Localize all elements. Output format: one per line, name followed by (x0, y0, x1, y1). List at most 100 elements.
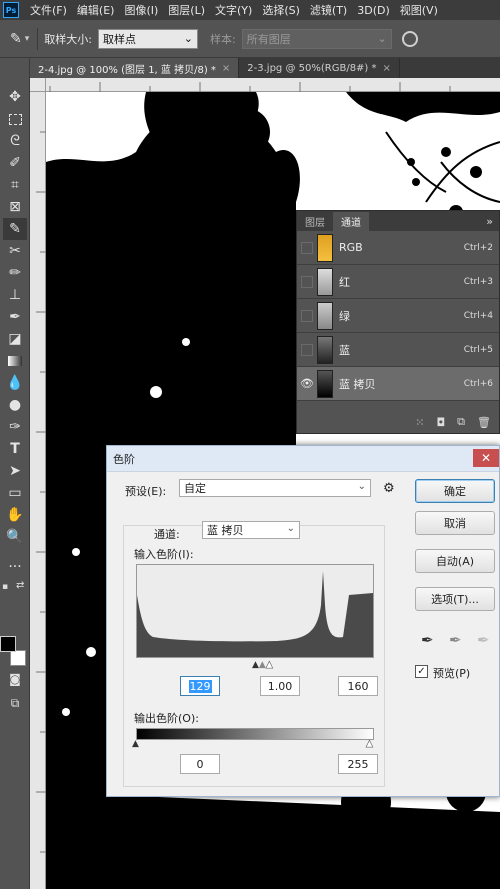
gamma-slider[interactable]: ▲ (259, 660, 266, 670)
visibility-toggle[interactable] (301, 309, 313, 322)
eyedropper-tool-icon[interactable]: ✎ (10, 31, 22, 47)
path-selection-tool-icon[interactable]: ➤ (3, 460, 27, 482)
channels-panel: 图层 通道 » RGB Ctrl+2 红 Ctrl+3 绿 Ctrl+4 蓝 C… (296, 210, 500, 434)
visibility-toggle[interactable] (301, 275, 313, 288)
save-selection-icon[interactable]: ◘ (436, 416, 445, 429)
history-brush-tool-icon[interactable]: ✒ (3, 306, 27, 328)
white-point-slider[interactable]: ▲ (266, 660, 273, 671)
tab-label: 2-3.jpg @ 50%(RGB/8#) * (247, 62, 377, 74)
channel-shortcut: Ctrl+3 (463, 276, 493, 287)
input-black-field[interactable]: 129 (180, 676, 220, 696)
output-white-field[interactable]: 255 (338, 754, 378, 774)
swap-colors-icon[interactable]: ⇄ (16, 580, 24, 591)
auto-button[interactable]: 自动(A) (415, 549, 495, 573)
panel-menu-icon[interactable]: » (486, 215, 499, 231)
white-eyedropper-icon[interactable]: ✒ (477, 631, 490, 649)
channel-shortcut: Ctrl+6 (463, 378, 493, 389)
input-white-field[interactable]: 160 (338, 676, 378, 696)
output-white-slider[interactable]: ▲ (366, 739, 373, 750)
quick-mask-icon[interactable]: ◙ (3, 668, 27, 690)
zoom-tool-icon[interactable]: 🔍 (3, 526, 27, 548)
channel-row-red[interactable]: 红 Ctrl+3 (297, 265, 499, 299)
clone-stamp-tool-icon[interactable]: ⊥ (3, 284, 27, 306)
quick-select-tool-icon[interactable]: ✐ (3, 152, 27, 174)
hand-tool-icon[interactable]: ✋ (3, 504, 27, 526)
channel-row-blue[interactable]: 蓝 Ctrl+5 (297, 333, 499, 367)
channel-row-green[interactable]: 绿 Ctrl+4 (297, 299, 499, 333)
lasso-tool-icon[interactable]: ᘓ (3, 130, 27, 152)
options-button[interactable]: 选项(T)... (415, 587, 495, 611)
menu-edit[interactable]: 编辑(E) (72, 2, 120, 18)
visibility-toggle[interactable] (301, 343, 313, 356)
menu-layer[interactable]: 图层(L) (163, 2, 210, 18)
menu-view[interactable]: 视图(V) (395, 2, 443, 18)
tool-preset-chevron-icon[interactable]: ▾ (25, 34, 30, 44)
vertical-ruler (30, 92, 46, 889)
tab-layers[interactable]: 图层 (297, 212, 333, 231)
cancel-button[interactable]: 取消 (415, 511, 495, 535)
chevron-down-icon: ⌄ (286, 523, 295, 534)
black-eyedropper-icon[interactable]: ✒ (421, 631, 434, 649)
eyedropper-tool-icon[interactable]: ✎ (3, 218, 27, 240)
brush-tool-icon[interactable]: ✏ (3, 262, 27, 284)
close-icon[interactable]: × (383, 63, 391, 74)
preset-options-gear-icon[interactable]: ⚙ (383, 481, 395, 496)
close-button[interactable]: ✕ (473, 449, 499, 467)
preview-checkbox[interactable]: ✓ (415, 665, 428, 678)
visibility-toggle[interactable] (301, 241, 313, 254)
pen-tool-icon[interactable]: ✑ (3, 416, 27, 438)
dodge-tool-icon[interactable]: ● (3, 394, 27, 416)
foreground-color-swatch[interactable] (0, 636, 16, 652)
input-gamma-field[interactable]: 1.00 (260, 676, 300, 696)
marquee-tool-icon[interactable] (3, 108, 27, 130)
more-tools-icon[interactable]: ··· (3, 556, 27, 578)
close-icon[interactable]: × (222, 63, 230, 74)
output-levels-label: 输出色阶(O): (134, 712, 199, 725)
screen-mode-icon[interactable]: ⧉ (3, 692, 27, 714)
move-tool-icon[interactable]: ✥ (3, 86, 27, 108)
output-black-slider[interactable]: ▲ (132, 739, 139, 749)
background-color-swatch[interactable] (10, 650, 26, 666)
channel-row-rgb[interactable]: RGB Ctrl+2 (297, 231, 499, 265)
output-gradient-bar (136, 728, 374, 740)
channel-select[interactable]: 蓝 拷贝 ⌄ (202, 521, 300, 539)
blur-tool-icon[interactable]: 💧 (3, 372, 27, 394)
sample-size-value: 取样点 (102, 32, 136, 46)
healing-brush-tool-icon[interactable]: ✂ (3, 240, 27, 262)
dialog-titlebar[interactable]: 色阶 (107, 446, 499, 472)
type-tool-icon[interactable]: T (3, 438, 27, 460)
trash-icon[interactable]: 🗑 (477, 416, 491, 429)
menu-3d[interactable]: 3D(D) (352, 4, 395, 17)
gray-eyedropper-icon[interactable]: ✒ (449, 631, 462, 649)
menu-filter[interactable]: 滤镜(T) (305, 2, 352, 18)
tab-2-4[interactable]: 2-4.jpg @ 100% (图层 1, 蓝 拷贝/8) * × (30, 58, 240, 78)
crop-tool-icon[interactable]: ⌗ (3, 174, 27, 196)
menu-file[interactable]: 文件(F) (25, 2, 72, 18)
ok-button[interactable]: 确定 (415, 479, 495, 503)
document-tabs: 2-4.jpg @ 100% (图层 1, 蓝 拷贝/8) * × 2-3.jpg… (30, 58, 500, 78)
menu-select[interactable]: 选择(S) (257, 2, 305, 18)
eraser-tool-icon[interactable]: ◪ (3, 328, 27, 350)
tab-channels[interactable]: 通道 (333, 212, 369, 231)
tab-2-3[interactable]: 2-3.jpg @ 50%(RGB/8#) * × (239, 58, 400, 78)
gradient-tool-icon[interactable] (3, 350, 27, 372)
panel-footer: ⁙ ◘ ⧉ 🗑 (297, 411, 499, 433)
black-point-slider[interactable]: ▲ (252, 660, 259, 670)
new-channel-icon[interactable]: ⧉ (457, 415, 465, 429)
sample-size-select[interactable]: 取样点 ⌄ (97, 28, 198, 49)
sampling-ring-icon[interactable] (401, 30, 418, 47)
channel-name: 红 (339, 275, 350, 289)
channel-row-blue-copy[interactable]: 👁 蓝 拷贝 Ctrl+6 (297, 367, 499, 401)
default-colors-icon[interactable]: ▪ (2, 582, 12, 592)
frame-tool-icon[interactable]: ⊠ (3, 196, 27, 218)
horizontal-ruler (46, 78, 500, 92)
preset-select[interactable]: 自定 ⌄ (179, 479, 371, 497)
sample-select[interactable]: 所有图层 ⌄ (241, 28, 392, 49)
rectangle-tool-icon[interactable]: ▭ (3, 482, 27, 504)
channel-thumbnail (317, 301, 333, 330)
output-black-field[interactable]: 0 (180, 754, 220, 774)
eye-icon[interactable]: 👁 (297, 377, 317, 390)
menu-image[interactable]: 图像(I) (119, 2, 163, 18)
menu-type[interactable]: 文字(Y) (210, 2, 257, 18)
load-selection-icon[interactable]: ⁙ (415, 416, 424, 429)
